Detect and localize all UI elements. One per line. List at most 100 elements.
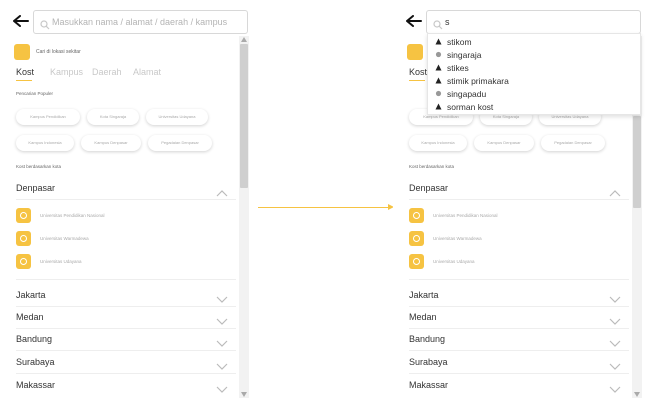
university-name: Universitas Pendidikan Nasional [433, 213, 498, 218]
divider [16, 279, 236, 280]
suggestion-text: sorman kost [447, 102, 494, 112]
autocomplete-dropdown: stikom singaraja stikes stimik primakara… [427, 33, 641, 115]
suggestion-item[interactable]: stikes [435, 62, 635, 74]
suggestion-text: stimik primakara [447, 76, 509, 86]
divider [409, 373, 629, 374]
city-name: Surabaya [16, 357, 55, 367]
city-name: Makassar [16, 380, 56, 390]
chevron-down-icon[interactable] [609, 381, 621, 393]
university-item[interactable]: Universitas Udayana [16, 254, 236, 270]
popular-chip[interactable]: Universitas Udayana [146, 109, 208, 125]
city-header-medan[interactable]: Medan [409, 309, 629, 325]
city-name: Medan [16, 312, 44, 322]
popular-chip[interactable]: Kampus Pendidikan [16, 109, 80, 125]
popular-chip[interactable]: Kampus Denpasar [81, 135, 141, 151]
suggestion-text: singapadu [447, 89, 487, 99]
suggestion-item[interactable]: sorman kost [435, 101, 635, 113]
suggestion-text: stikom [447, 37, 472, 47]
location-icon [435, 90, 442, 97]
university-item[interactable]: Universitas Udayana [409, 254, 629, 270]
chevron-up-icon[interactable] [216, 184, 228, 197]
city-header-surabaya[interactable]: Surabaya [409, 354, 629, 370]
scrollbar[interactable] [239, 36, 249, 398]
university-name: Universitas Udayana [40, 259, 82, 264]
chevron-down-icon[interactable] [609, 335, 621, 347]
city-header-bandung[interactable]: Bandung [16, 331, 236, 347]
back-arrow-icon[interactable] [406, 15, 422, 27]
popular-chip[interactable]: Pegadaian Denpasar [148, 135, 212, 151]
suggestion-text: singaraja [447, 50, 482, 60]
divider [16, 306, 236, 307]
scroll-thumb[interactable] [633, 116, 641, 208]
popular-chip[interactable]: Pegadaian Denpasar [541, 135, 605, 151]
divider [16, 199, 236, 200]
scroll-up-icon[interactable] [241, 37, 247, 42]
chevron-down-icon[interactable] [216, 313, 228, 325]
popular-search-label: Pencarian Populer [16, 91, 54, 96]
tab-alamat[interactable]: Alamat [133, 67, 161, 77]
city-name: Jakarta [409, 290, 439, 300]
active-tab-indicator [16, 80, 32, 81]
divider [409, 199, 629, 200]
suggestion-text: stikes [447, 63, 469, 73]
search-box [33, 10, 248, 34]
suggestion-item[interactable]: stikom [435, 36, 635, 48]
suggestion-item[interactable]: singapadu [435, 88, 635, 100]
scroll-down-icon[interactable] [634, 392, 640, 397]
university-item[interactable]: Universitas Pendidikan Nasional [409, 208, 629, 224]
chevron-down-icon[interactable] [216, 291, 228, 303]
divider [409, 350, 629, 351]
city-header-denpasar[interactable]: Denpasar [409, 180, 629, 197]
home-icon [435, 103, 442, 110]
popular-chip[interactable]: Kampus Denpasar [474, 135, 534, 151]
search-input[interactable] [445, 14, 639, 30]
popular-chip[interactable]: Kota Singaraja [87, 109, 139, 125]
flow-arrow-line [258, 207, 390, 208]
city-header-jakarta[interactable]: Jakarta [409, 287, 629, 303]
city-header-jakarta[interactable]: Jakarta [16, 287, 236, 303]
popular-chip[interactable]: Kampus Indonesia [409, 135, 467, 151]
back-arrow-icon[interactable] [13, 15, 29, 27]
city-header-bandung[interactable]: Bandung [409, 331, 629, 347]
building-icon [435, 38, 442, 45]
chevron-down-icon[interactable] [216, 381, 228, 393]
scroll-thumb[interactable] [240, 44, 248, 188]
building-icon [435, 77, 442, 84]
scroll-down-icon[interactable] [241, 392, 247, 397]
city-header-makassar[interactable]: Makassar [16, 377, 236, 393]
university-item[interactable]: Universitas Warmadewa [409, 231, 629, 247]
university-item[interactable]: Universitas Warmadewa [16, 231, 236, 247]
city-name: Surabaya [409, 357, 448, 367]
chevron-up-icon[interactable] [609, 184, 621, 197]
search-input[interactable] [52, 14, 246, 30]
main-content: Cari di lokasi sekitar Kost Kampus Daera… [0, 36, 238, 401]
divider [409, 328, 629, 329]
chevron-down-icon[interactable] [216, 358, 228, 370]
university-name: Universitas Pendidikan Nasional [40, 213, 105, 218]
chevron-down-icon[interactable] [609, 291, 621, 303]
suggestion-item[interactable]: stimik primakara [435, 75, 635, 87]
location-icon [435, 51, 442, 58]
university-pin-icon [16, 231, 31, 246]
divider [16, 373, 236, 374]
popular-chip[interactable]: Kampus Indonesia [16, 135, 74, 151]
suggestion-item[interactable]: singaraja [435, 49, 635, 61]
search-box [426, 10, 641, 34]
tab-kost[interactable]: Kost [16, 67, 34, 77]
university-item[interactable]: Universitas Pendidikan Nasional [16, 208, 236, 224]
city-header-surabaya[interactable]: Surabaya [16, 354, 236, 370]
chevron-down-icon[interactable] [609, 313, 621, 325]
city-header-denpasar[interactable]: Denpasar [16, 180, 236, 197]
active-tab-indicator [409, 80, 425, 81]
tab-kampus[interactable]: Kampus [50, 67, 83, 77]
university-pin-icon [409, 231, 424, 246]
chevron-down-icon[interactable] [216, 335, 228, 347]
chevron-down-icon[interactable] [609, 358, 621, 370]
nearby-location-icon [14, 44, 30, 60]
city-header-makassar[interactable]: Makassar [409, 377, 629, 393]
nearby-location-icon [407, 44, 423, 60]
tab-kost[interactable]: Kost [409, 67, 427, 77]
city-name: Medan [409, 312, 437, 322]
tab-daerah[interactable]: Daerah [92, 67, 122, 77]
city-header-medan[interactable]: Medan [16, 309, 236, 325]
